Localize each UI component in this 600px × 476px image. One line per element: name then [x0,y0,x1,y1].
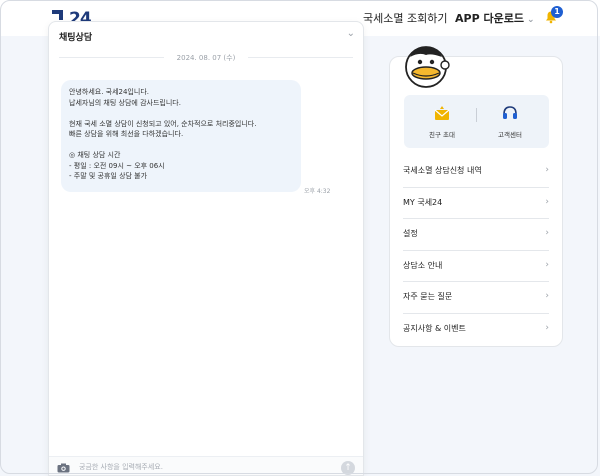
send-button[interactable]: ↑ [341,461,355,475]
camera-icon[interactable] [57,463,70,473]
message-line: - 주말 및 공휴일 상담 불가 [69,172,148,180]
chevron-right-icon: › [545,228,549,238]
menu-item-faq[interactable]: 자주 묻는 질문 › [403,282,549,314]
notification-badge: 1 [551,6,563,18]
chat-panel: 채팅상담 ⌄ 2024. 08. 07 (수) 안녕하세요. 국세24입니다. … [48,21,364,476]
quick-actions: 친구 초대 고객센터 [404,95,549,148]
arrow-up-icon: ↑ [344,463,352,473]
chevron-down-icon[interactable]: ⌄ [347,28,355,39]
message-line: 현재 국세 소멸 상담이 신청되고 있어, 순차적으로 처리중입니다. [69,119,257,128]
menu-item-my[interactable]: MY 국세24 › [403,188,549,219]
menu-item-label: 자주 묻는 질문 [403,292,453,301]
menu-item-office-info[interactable]: 상담소 안내 › [403,251,549,282]
invite-envelope-icon [434,106,450,120]
menu-item-notice[interactable]: 공지사항 & 이벤트 › [403,314,549,346]
chat-date: 2024. 08. 07 (수) [176,54,236,62]
invite-friend-label: 친구 초대 [429,131,455,139]
message-time: 오후 4:32 [304,188,331,195]
chevron-right-icon: › [545,165,549,175]
customer-center-button[interactable]: 고객센터 [480,105,540,139]
menu-item-consult-history[interactable]: 국세소멸 상담신청 내역 › [403,156,549,188]
message-line [69,140,293,151]
menu-item-label: 상담소 안내 [403,260,443,270]
chevron-right-icon: › [545,291,549,301]
chat-input[interactable]: 궁금한 사항을 입력해주세요. [79,462,163,472]
chevron-right-icon: › [545,322,549,333]
nav-app-download[interactable]: APP 다운로드 ⌄ [455,10,535,26]
menu-item-label: 설정 [403,229,418,238]
message-line [69,108,293,119]
menu-item-settings[interactable]: 설정 › [403,219,549,251]
invite-friend-button[interactable]: 친구 초대 [412,105,472,139]
chat-title: 채팅상담 [59,33,93,43]
side-menu: 국세소멸 상담신청 내역 › MY 국세24 › 설정 › 상담소 안내 › 자주 묻는… [403,156,549,345]
chevron-right-icon: › [545,196,549,207]
message-line: - 평일 : 오전 09시 ~ 오후 06시 [69,161,165,170]
message-line: 안녕하세요. 국세24입니다. [69,88,149,96]
chat-message-bubble: 안녕하세요. 국세24입니다. 납세자님의 채팅 상담에 감사드립니다. 현재 … [61,80,301,192]
message-line: ◎ 채팅 상담 시간 [69,151,121,159]
nav-lookup-link[interactable]: 국세소멸 조회하기 [363,10,447,26]
mascot-icon [405,46,450,88]
chevron-down-icon: ⌄ [526,15,535,25]
customer-center-label: 고객센터 [498,131,522,139]
message-line: 빠른 상담을 위해 최선을 다하겠습니다. [69,130,184,138]
chevron-right-icon: › [545,259,549,270]
menu-item-label: MY 국세24 [403,197,443,207]
chat-input-bar: 궁금한 사항을 입력해주세요. ↑ [49,456,363,475]
menu-item-label: 공지사항 & 이벤트 [403,323,466,333]
quick-divider [476,108,477,122]
menu-item-label: 국세소멸 상담신청 내역 [403,166,482,175]
headset-icon [503,106,517,119]
message-line: 납세자님의 채팅 상담에 감사드립니다. [69,98,181,107]
nav-app-label: APP 다운로드 [455,12,524,25]
